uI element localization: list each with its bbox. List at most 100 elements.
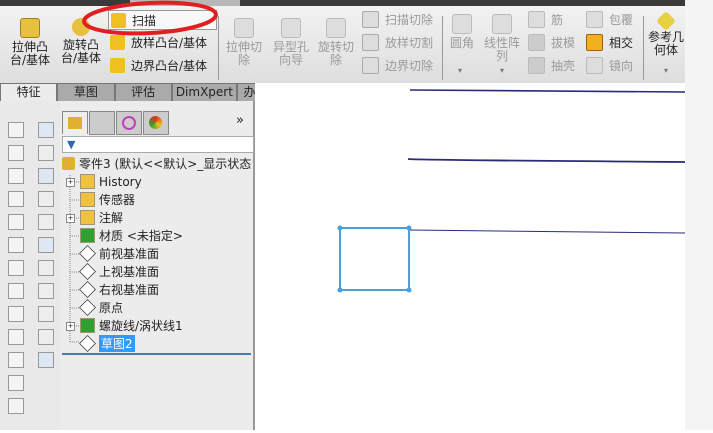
hole-wizard-button[interactable]: 异型孔 向导 — [268, 12, 314, 67]
revolve-cut-button[interactable]: 旋转切 除 — [314, 12, 358, 67]
draft-button[interactable]: 拔模 — [528, 33, 575, 51]
lofted-cut-icon — [362, 33, 379, 51]
tree-item-top-plane[interactable]: 上视基准面 — [79, 263, 159, 280]
right-edge — [685, 0, 713, 430]
helix-edge-3 — [409, 229, 686, 234]
sketch-canvas[interactable] — [255, 83, 686, 430]
top-plane-icon — [79, 263, 96, 280]
tree-item-sensors[interactable]: 传感器 — [80, 191, 135, 208]
expand-toggle[interactable]: + — [66, 178, 75, 187]
tree-item-front-plane[interactable]: 前视基准面 — [79, 245, 159, 262]
reference-geometry-dropdown[interactable]: ▾ — [664, 66, 668, 75]
sketch2-square — [339, 227, 410, 291]
history-icon — [80, 174, 95, 189]
red-annotation-ellipse — [82, 0, 218, 36]
rib-icon — [528, 10, 545, 28]
tab-features[interactable]: 特征 — [0, 83, 58, 101]
reference-geometry-icon — [656, 11, 676, 31]
linear-pattern-icon — [492, 14, 512, 34]
lofted-cut-button[interactable]: 放样切割 — [362, 33, 433, 51]
view-9-icon[interactable] — [8, 329, 24, 345]
annotation-icon — [80, 210, 95, 225]
tab-sketch[interactable]: 草图 — [57, 83, 115, 102]
sketch-tool-5-icon[interactable] — [38, 237, 54, 253]
view-6-icon[interactable] — [8, 260, 24, 276]
sketch-tool-1-icon[interactable] — [38, 145, 54, 161]
mirror-icon — [586, 56, 603, 74]
tree-item-right-plane[interactable]: 右视基准面 — [79, 281, 159, 298]
view-4-icon[interactable] — [8, 214, 24, 230]
sketch-tool-7-icon[interactable] — [38, 283, 54, 299]
view-7-icon[interactable] — [8, 283, 24, 299]
front-plane-icon — [79, 245, 96, 262]
boundary-cut-icon — [362, 56, 379, 74]
view-12-icon[interactable] — [8, 398, 24, 414]
view-10-icon[interactable] — [8, 352, 24, 368]
rib-button[interactable]: 筋 — [528, 10, 563, 28]
property-manager-tab-icon[interactable] — [89, 111, 115, 135]
tree-item-helix-spiral1[interactable]: 螺旋线/涡状线1 — [80, 317, 183, 334]
feature-tree-tab-icon[interactable] — [62, 111, 88, 134]
sketch-tool-10-icon[interactable] — [38, 352, 54, 368]
wrap-button[interactable]: 包覆 — [586, 10, 633, 28]
boundary-boss-button[interactable]: 边界凸台/基体 — [110, 56, 207, 74]
boundary-cut-button[interactable]: 边界切除 — [362, 56, 433, 74]
graphics-area[interactable] — [255, 83, 686, 430]
swept-cut-button[interactable]: 扫描切除 — [362, 10, 433, 28]
sketch-tool-4-icon[interactable] — [38, 214, 54, 230]
sketch-tool-6-icon[interactable] — [38, 260, 54, 276]
sketch-tool-2-icon[interactable] — [38, 168, 54, 184]
sketch-icon — [79, 335, 96, 352]
sketch-tool-3-icon[interactable] — [38, 191, 54, 207]
expand-toggle[interactable]: + — [66, 322, 75, 331]
hole-wizard-icon — [281, 18, 301, 38]
shell-button[interactable]: 抽壳 — [528, 56, 575, 74]
sketch-vertices — [337, 225, 412, 293]
swept-cut-icon — [362, 10, 379, 28]
tree-item-material[interactable]: 材质 <未指定> — [80, 227, 183, 244]
sketch-tool-8-icon[interactable] — [38, 306, 54, 322]
tree-rollback-bar[interactable] — [62, 353, 251, 355]
view-2-icon[interactable] — [8, 168, 24, 184]
tab-dimxpert[interactable]: DimXpert — [171, 83, 237, 102]
extrude-boss-button[interactable]: 拉伸凸 台/基体 — [8, 12, 52, 67]
fillet-button[interactable]: 圆角 — [446, 8, 478, 50]
part-icon — [62, 157, 75, 170]
sketch-tool-9-icon[interactable] — [38, 329, 54, 345]
tree-filter-input[interactable]: ▼ — [62, 136, 254, 153]
expand-panel-button[interactable]: » — [236, 113, 244, 128]
view-8-icon[interactable] — [8, 306, 24, 322]
linear-pattern-dropdown[interactable]: ▾ — [500, 66, 504, 75]
right-plane-icon — [79, 281, 96, 298]
view-0-icon[interactable] — [8, 122, 24, 138]
fillet-dropdown[interactable]: ▾ — [458, 66, 462, 75]
extrude-cut-icon — [234, 18, 254, 38]
tree-item-history[interactable]: History — [80, 173, 142, 190]
origin-icon — [79, 299, 96, 316]
view-3-icon[interactable] — [8, 191, 24, 207]
tree-item-annotations[interactable]: 注解 — [80, 209, 123, 226]
extrude-boss-icon — [20, 18, 40, 38]
configuration-tab-icon[interactable] — [116, 111, 142, 135]
tree-item-origin[interactable]: 原点 — [79, 299, 123, 316]
shell-icon — [528, 56, 545, 74]
mirror-button[interactable]: 镜向 — [586, 56, 633, 74]
revolve-cut-icon — [326, 18, 346, 38]
intersect-button[interactable]: 相交 — [586, 33, 633, 51]
view-1-icon[interactable] — [8, 145, 24, 161]
sketch-tool-0-icon[interactable] — [38, 122, 54, 138]
helix-icon — [80, 318, 95, 333]
material-icon — [80, 228, 95, 243]
sensor-icon — [80, 192, 95, 207]
linear-pattern-button[interactable]: 线性阵 列 — [480, 8, 524, 63]
expand-toggle[interactable]: + — [66, 214, 75, 223]
tree-item-sketch2[interactable]: 草图2 — [79, 335, 135, 352]
view-5-icon[interactable] — [8, 237, 24, 253]
wrap-icon — [586, 10, 603, 28]
tab-evaluate[interactable]: 评估 — [114, 83, 172, 102]
reference-geometry-button[interactable]: 参考几 何体 — [646, 8, 686, 57]
filter-icon: ▼ — [67, 138, 76, 151]
extrude-cut-button[interactable]: 拉伸切 除 — [222, 12, 266, 67]
display-manager-tab-icon[interactable] — [143, 111, 169, 135]
view-11-icon[interactable] — [8, 375, 24, 391]
